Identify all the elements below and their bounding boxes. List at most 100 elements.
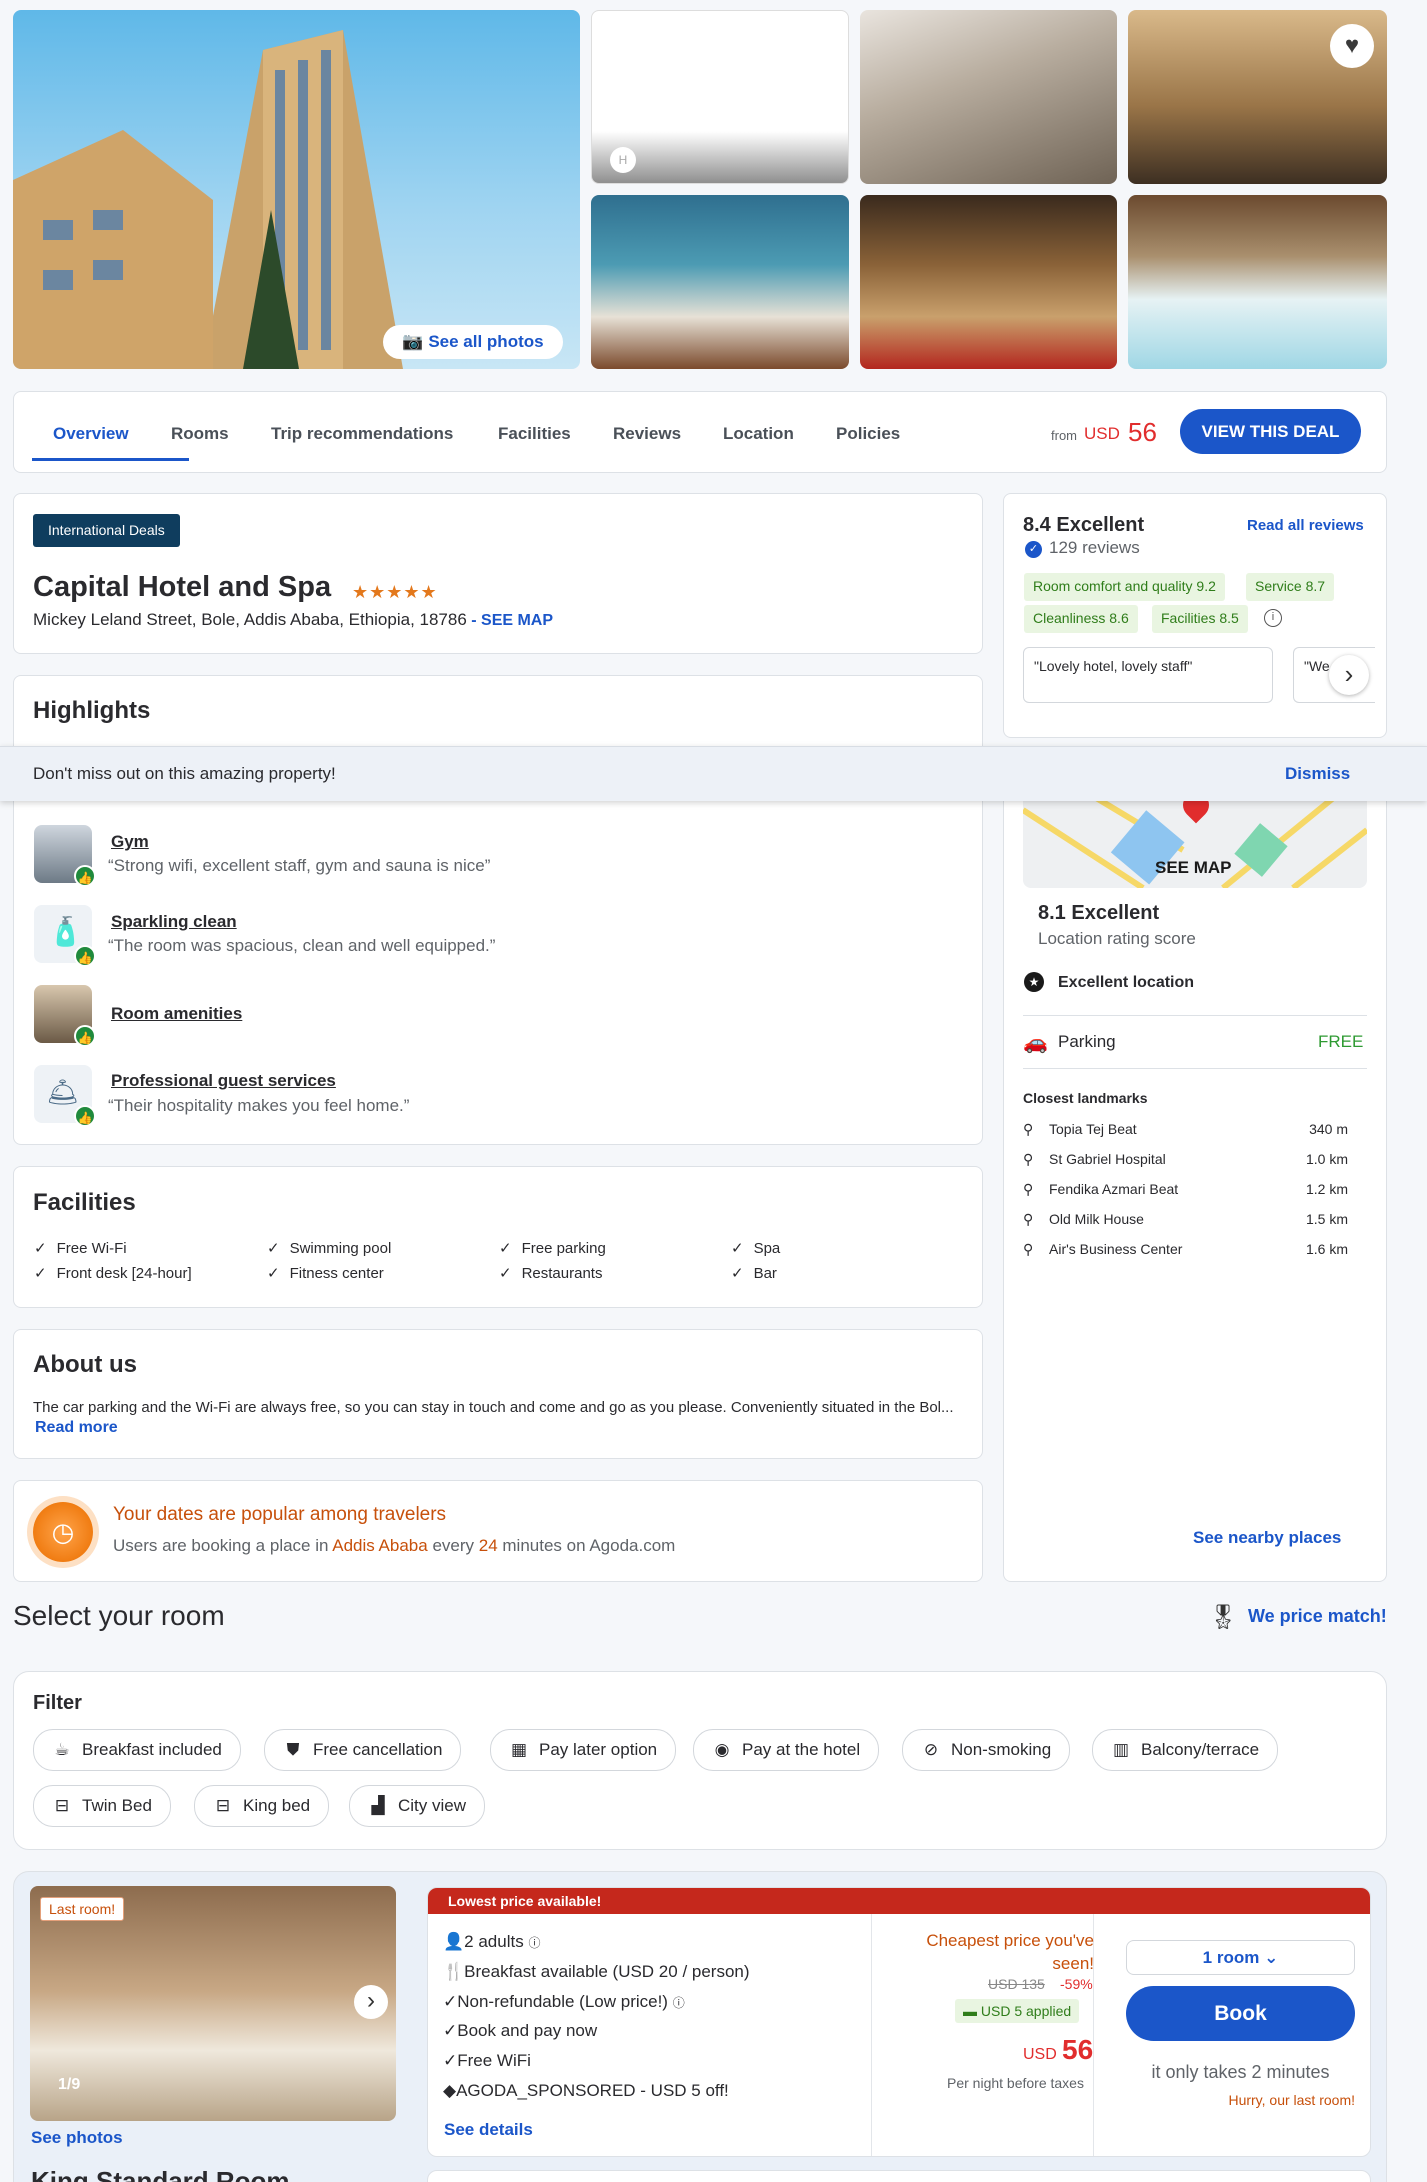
location-map[interactable]: SEE MAP xyxy=(1023,790,1367,888)
gallery-photo-lobby[interactable] xyxy=(860,10,1117,184)
highlight-title-room-amenities[interactable]: Room amenities xyxy=(111,1004,242,1024)
subscore-facilities: Facilities 8.5 xyxy=(1152,605,1248,633)
read-all-reviews-link[interactable]: Read all reviews xyxy=(1247,517,1364,534)
filter-chip-balcony[interactable]: ▥ Balcony/terrace xyxy=(1092,1729,1279,1771)
gallery-photo-spa[interactable] xyxy=(1128,195,1387,369)
highlight-title-guest-services[interactable]: Professional guest services xyxy=(111,1071,336,1091)
tab-rooms[interactable]: Rooms xyxy=(171,424,229,444)
photo-counter: 1/9 xyxy=(58,2076,81,2093)
gallery-photo-hallway[interactable] xyxy=(860,195,1117,369)
location-divider xyxy=(1023,1015,1367,1016)
room-count-select[interactable]: 1 room ⌄ xyxy=(1126,1940,1355,1975)
see-photos-link[interactable]: See photos xyxy=(31,2128,123,2148)
main-hotel-photo[interactable]: 📷 See all photos xyxy=(13,10,580,369)
book-button[interactable]: Book xyxy=(1126,1986,1355,2041)
review-score: 8.4 Excellent xyxy=(1023,514,1145,536)
star-rating: ★★★★★ xyxy=(352,582,438,602)
loading-badge: H xyxy=(610,147,636,173)
landmark-icon: ⚲ xyxy=(1023,1151,1034,1167)
per-night-label: Per night before taxes xyxy=(947,2075,1084,2091)
filter-chip-king-bed[interactable]: ⊟ King bed xyxy=(194,1785,330,1827)
landmark-row[interactable]: ⚲ Fendika Azmari Beat 1.2 km xyxy=(1023,1181,1348,1198)
info-icon[interactable]: i xyxy=(1264,609,1282,627)
review-quote-card[interactable]: "Lovely hotel, lovely staff" xyxy=(1023,647,1273,703)
facility-item: Fitness center xyxy=(267,1264,384,1282)
tab-location[interactable]: Location xyxy=(723,424,794,444)
landmark-icon: ⚲ xyxy=(1023,1211,1034,1227)
dismiss-button[interactable]: Dismiss xyxy=(1285,764,1350,784)
check-icon: ✓ xyxy=(443,2051,458,2070)
calendar-icon: ▦ xyxy=(510,1740,528,1759)
landmark-row[interactable]: ⚲ Air's Business Center 1.6 km xyxy=(1023,1241,1348,1258)
nav-price: 56 xyxy=(1128,417,1157,447)
price-match-link[interactable]: We price match! xyxy=(1248,1606,1387,1627)
king-bed-icon: ⊟ xyxy=(215,1796,231,1815)
filter-chip-free-cancellation[interactable]: ⛊ Free cancellation xyxy=(264,1729,462,1771)
room-photo[interactable]: Last room! › 1/9 xyxy=(30,1886,396,2121)
filter-chip-twin-bed[interactable]: ⊟ Twin Bed xyxy=(33,1785,171,1827)
closest-landmarks-title: Closest landmarks xyxy=(1023,1090,1148,1106)
filter-chip-breakfast[interactable]: ☕ Breakfast included xyxy=(33,1729,241,1771)
facility-item: Free Wi-Fi xyxy=(34,1239,127,1257)
hotel-address: Mickey Leland Street, Bole, Addis Ababa,… xyxy=(33,610,554,629)
lowest-price-banner: Lowest price available! xyxy=(428,1888,1370,1914)
highlight-quote-guest-services: “Their hospitality makes you feel home.” xyxy=(108,1096,410,1115)
check-icon: ✓ xyxy=(443,2021,458,2040)
promo-banner-text: Don't miss out on this amazing property! xyxy=(33,764,336,783)
read-more-link[interactable]: Read more xyxy=(35,1419,118,1437)
about-title: About us xyxy=(33,1351,137,1378)
takes-minutes-label: it only takes 2 minutes xyxy=(1151,2062,1330,2082)
gym-icon: 👍 xyxy=(34,825,96,887)
award-icon: ★ xyxy=(1024,972,1044,992)
parking-label: Parking xyxy=(1058,1032,1116,1051)
see-map-label[interactable]: SEE MAP xyxy=(1155,858,1232,878)
carousel-next-icon[interactable]: › xyxy=(1329,655,1369,695)
gallery-photo-loading[interactable]: H xyxy=(591,10,849,184)
cutlery-icon: 🍴 xyxy=(443,1962,465,1981)
see-nearby-places-link[interactable]: See nearby places xyxy=(1193,1528,1341,1548)
landmark-row[interactable]: ⚲ Old Milk House 1.5 km xyxy=(1023,1211,1348,1228)
see-details-link[interactable]: See details xyxy=(444,2120,533,2140)
gallery-photo-bedroom[interactable] xyxy=(591,195,849,369)
tab-reviews[interactable]: Reviews xyxy=(613,424,681,444)
cheapest-price-label: Cheapest price you've seen! xyxy=(926,1931,1094,1973)
chevron-down-icon: ⌄ xyxy=(1264,1948,1279,1967)
tab-facilities[interactable]: Facilities xyxy=(498,424,571,444)
city-view-icon: ▟ xyxy=(371,1796,385,1815)
review-count: 129 reviews xyxy=(1049,538,1140,557)
filter-chip-pay-at-hotel[interactable]: ◉ Pay at the hotel xyxy=(693,1729,880,1771)
landmark-icon: ⚲ xyxy=(1023,1181,1034,1197)
coupon-applied-badge: ▬ USD 5 applied xyxy=(955,1999,1080,2023)
gallery-photo-restaurant[interactable]: ♥ xyxy=(1128,10,1387,184)
feature-book-pay-now: ✓Book and pay now xyxy=(443,2021,598,2040)
location-score: 8.1 Excellent xyxy=(1038,902,1160,924)
tab-policies[interactable]: Policies xyxy=(836,424,900,444)
parking-icon: 🚗 xyxy=(1023,1032,1048,1054)
subscore-service: Service 8.7 xyxy=(1246,573,1335,601)
facilities-title: Facilities xyxy=(33,1189,136,1216)
highlight-title-sparkling-clean[interactable]: Sparkling clean xyxy=(111,912,237,932)
highlights-title: Highlights xyxy=(33,697,151,724)
landmark-row[interactable]: ⚲ Topia Tej Beat 340 m xyxy=(1023,1121,1348,1138)
view-this-deal-button[interactable]: VIEW THIS DEAL xyxy=(1180,409,1361,454)
nav-from-label: from xyxy=(1051,428,1077,443)
see-all-photos-button[interactable]: 📷 See all photos xyxy=(383,325,563,359)
landmark-icon: ⚲ xyxy=(1023,1121,1034,1137)
highlight-title-gym[interactable]: Gym xyxy=(111,832,149,852)
landmark-row[interactable]: ⚲ St Gabriel Hospital 1.0 km xyxy=(1023,1151,1348,1168)
feature-sponsored: ◆AGODA_SPONSORED - USD 5 off! xyxy=(443,2081,729,2100)
see-map-link[interactable]: - SEE MAP xyxy=(467,612,553,629)
favorite-heart-icon[interactable]: ♥ xyxy=(1330,24,1374,68)
hotel-name: Capital Hotel and Spa xyxy=(33,571,332,603)
info-icon[interactable]: ⓘ xyxy=(673,1996,685,2010)
photo-next-icon[interactable]: › xyxy=(354,1985,388,2019)
facility-item: Front desk [24-hour] xyxy=(34,1264,192,1282)
tab-overview[interactable]: Overview xyxy=(53,424,129,444)
filter-chip-non-smoking[interactable]: ⊘ Non-smoking xyxy=(902,1729,1071,1771)
tab-trip-recommendations[interactable]: Trip recommendations xyxy=(271,424,453,444)
highlight-quote-sparkling-clean: “The room was spacious, clean and well e… xyxy=(108,936,496,955)
filter-chip-pay-later[interactable]: ▦ Pay later option xyxy=(490,1729,677,1771)
filter-chip-city-view[interactable]: ▟ City view xyxy=(349,1785,486,1827)
info-icon[interactable]: ⓘ xyxy=(528,1936,540,1950)
room-price: 56 xyxy=(1062,2034,1094,2065)
